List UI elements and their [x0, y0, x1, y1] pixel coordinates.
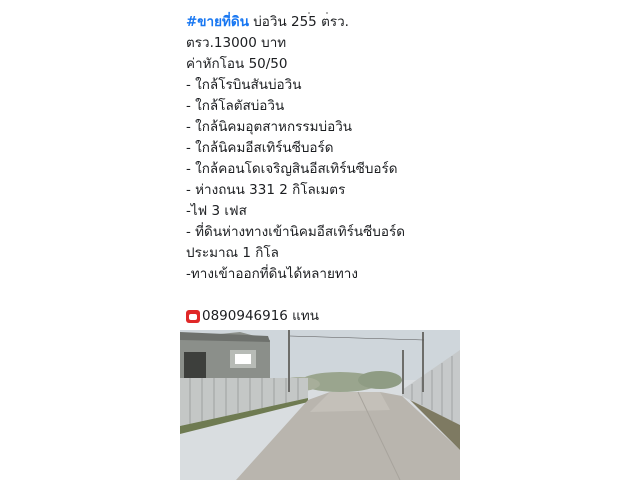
phone-contact[interactable]: 0890946916 แทน — [186, 306, 456, 327]
post-line: - ใกล้โรบินสันบ่อวิน — [186, 77, 302, 93]
top-cropped-text — [305, 0, 335, 14]
telephone-icon — [186, 310, 200, 323]
post-line: -ทางเข้าออกที่ดินได้หลายทาง — [186, 266, 358, 282]
post-line: - ใกล้นิคมอุตสาหกรรมบ่อวิน — [186, 119, 353, 135]
hashtag-link[interactable]: #ขายที่ดิน — [186, 14, 249, 30]
post-line: ประมาณ 1 กิโล — [186, 245, 279, 261]
post-line: - ใกล้คอนโดเจริญสินอีสเทิร์นซีบอร์ด — [186, 161, 398, 177]
post-line: - ห่างถนน 331 2 กิโลเมตร — [186, 182, 346, 198]
post-line: - ที่ดินห่างทางเข้านิคมอีสเทิร์นซีบอร์ด — [186, 224, 405, 240]
post-line: -ไฟ 3 เฟส — [186, 203, 247, 219]
road-scene-image — [180, 330, 460, 480]
title-text: บ่อวิน 255 ตรว. — [248, 14, 349, 30]
post-body: #ขายที่ดิน บ่อวิน 255 ตรว. ตรว.13000 บาท… — [186, 12, 456, 327]
post-line: ตรว.13000 บาท — [186, 35, 287, 51]
land-photo[interactable] — [180, 330, 460, 480]
post-title: #ขายที่ดิน บ่อวิน 255 ตรว. — [186, 12, 456, 33]
post-line: - ใกล้โลตัสบ่อวิน — [186, 98, 285, 114]
post-line: - ใกล้นิคมอีสเทิร์นซีบอร์ด — [186, 140, 334, 156]
post-line: ค่าหักโอน 50/50 — [186, 56, 288, 72]
phone-number[interactable]: 0890946916 แทน — [202, 306, 319, 327]
